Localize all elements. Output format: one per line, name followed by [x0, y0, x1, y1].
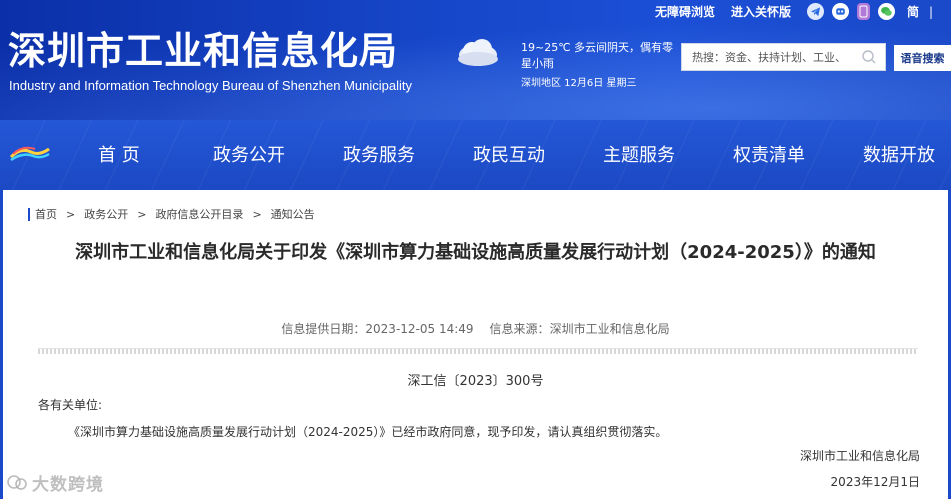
- nav-item-gov-affairs-open[interactable]: 政务公开: [213, 141, 285, 167]
- signer: 深圳市工业和信息化局: [799, 449, 920, 463]
- site-title[interactable]: 深圳市工业和信息化局: [8, 20, 398, 75]
- link-separator: |: [929, 4, 934, 19]
- breadcrumb-marker: [28, 207, 30, 221]
- breadcrumb-catalog[interactable]: 政府信息公开目录: [155, 206, 243, 222]
- weather-text: 19~25℃ 多云间阴天，偶有零星小雨: [521, 41, 674, 70]
- site-subtitle: Industry and Information Technology Bure…: [9, 78, 413, 93]
- breadcrumb-notices[interactable]: 通知公告: [271, 206, 315, 222]
- watermark-logo-icon: [7, 474, 27, 490]
- simplified-chinese-link[interactable]: 简: [907, 3, 919, 20]
- wechat-icon[interactable]: [878, 3, 896, 20]
- source-value: 深圳市工业和信息化局: [549, 322, 670, 336]
- robot-icon[interactable]: [832, 3, 850, 20]
- article-body: 《深圳市算力基础设施高质量发展行动计划（2024-2025）》已经市政府同意，现…: [68, 425, 668, 439]
- search-input[interactable]: [682, 44, 852, 70]
- search-icon[interactable]: [861, 49, 877, 69]
- voice-search-button[interactable]: 语音搜索: [894, 45, 951, 71]
- nav-item-home[interactable]: 首 页: [98, 141, 140, 167]
- top-links: 无障碍浏览 进入关怀版 简 |: [655, 3, 933, 20]
- breadcrumb-home[interactable]: 首页: [35, 206, 57, 222]
- nav-item-topic-services[interactable]: 主题服务: [603, 141, 675, 167]
- mobile-icon[interactable]: [857, 3, 871, 20]
- nav-item-power-list[interactable]: 权责清单: [733, 141, 805, 167]
- nav-item-open-data[interactable]: 数据开放: [863, 141, 935, 167]
- cloud-icon: [452, 37, 500, 73]
- frame-left: [0, 190, 3, 499]
- telegram-icon[interactable]: [807, 3, 825, 20]
- search-box: [681, 43, 886, 71]
- article-title: 深圳市工业和信息化局关于印发《深圳市算力基础设施高质量发展行动计划（2024-2…: [75, 242, 876, 263]
- divider: [38, 348, 918, 354]
- source-label: 信息来源：: [489, 322, 550, 336]
- watermark-text: 大数跨境: [32, 475, 104, 495]
- weather-date: 深圳地区 12月6日 星期三: [521, 78, 637, 89]
- sign-date: 2023年12月1日: [830, 475, 920, 489]
- article-meta: 信息提供日期：2023-12-05 14:49 信息来源：深圳市工业和信息化局: [0, 320, 951, 337]
- shenzhen-logo-icon[interactable]: [9, 143, 51, 167]
- nav-item-interaction[interactable]: 政民互动: [473, 141, 545, 167]
- accessibility-link[interactable]: 无障碍浏览: [655, 3, 715, 20]
- breadcrumb-gov-affairs[interactable]: 政务公开: [84, 206, 128, 222]
- document-number: 深工信〔2023〕300号: [407, 374, 544, 389]
- watermark: 大数跨境: [6, 470, 104, 495]
- publish-date: 信息提供日期：2023-12-05 14:49: [281, 322, 474, 336]
- elderly-mode-link[interactable]: 进入关怀版: [731, 3, 791, 20]
- breadcrumb: 首页 > 政务公开 > 政府信息公开目录 > 通知公告: [28, 206, 315, 222]
- nav-item-gov-services[interactable]: 政务服务: [343, 141, 415, 167]
- recipient: 各有关单位:: [38, 398, 103, 412]
